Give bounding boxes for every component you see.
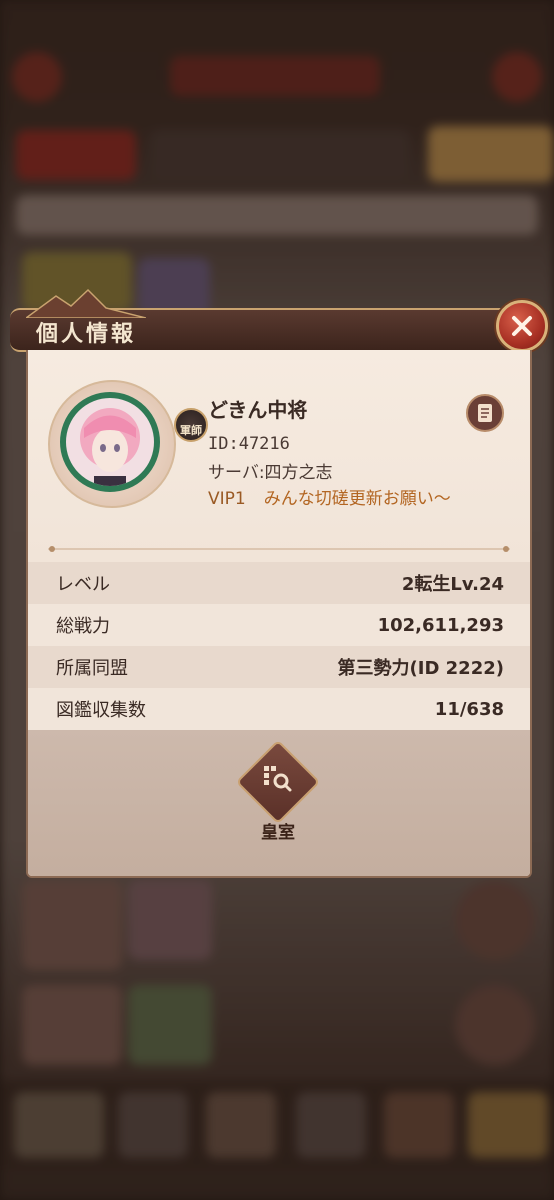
character-portrait-icon bbox=[80, 408, 140, 486]
player-name: どきん中将 bbox=[208, 398, 308, 422]
stat-value: 第三勢力(ID 2222) bbox=[337, 658, 504, 679]
royal-label: 皇室 bbox=[261, 823, 295, 843]
personal-info-dialog: 個人情報 軍師 どきん中将 ID:47216 サーバ:四方之志 VIP1 みんな… bbox=[10, 288, 548, 878]
search-grid-icon bbox=[264, 766, 292, 792]
stat-row-power: 総戦力 102,611,293 bbox=[28, 604, 530, 646]
avatar-portrait bbox=[60, 392, 160, 492]
avatar[interactable]: 軍師 bbox=[48, 380, 208, 508]
player-message: みんな切磋更新お願い〜 bbox=[263, 489, 451, 509]
role-badge: 軍師 bbox=[174, 408, 208, 442]
dialog-title: 個人情報 bbox=[36, 322, 137, 347]
stat-label: 総戦力 bbox=[56, 616, 110, 637]
dialog-body: 軍師 どきん中将 ID:47216 サーバ:四方之志 VIP1 みんな切磋更新お願… bbox=[26, 350, 532, 878]
dialog-header: 個人情報 bbox=[10, 288, 530, 352]
profile-section: 軍師 どきん中将 ID:47216 サーバ:四方之志 VIP1 みんな切磋更新お願… bbox=[28, 350, 530, 562]
stat-value: 11/638 bbox=[434, 698, 504, 720]
stat-row-alliance: 所属同盟 第三勢力(ID 2222) bbox=[28, 646, 530, 688]
server-name: サーバ:四方之志 bbox=[208, 463, 333, 483]
memo-button[interactable] bbox=[466, 394, 504, 432]
vip-line: VIP1 みんな切磋更新お願い〜 bbox=[208, 484, 451, 509]
stat-label: レベル bbox=[56, 574, 110, 595]
document-icon bbox=[478, 404, 492, 422]
stat-row-level: レベル 2転生Lv.24 bbox=[28, 562, 530, 604]
stat-label: 図鑑収集数 bbox=[56, 700, 146, 721]
royal-button[interactable]: 皇室 bbox=[235, 739, 321, 848]
close-icon bbox=[512, 316, 532, 336]
stats-table: レベル 2転生Lv.24 総戦力 102,611,293 所属同盟 第三勢力(I… bbox=[28, 562, 530, 730]
close-button[interactable] bbox=[496, 300, 548, 352]
stat-row-collection: 図鑑収集数 11/638 bbox=[28, 688, 530, 730]
stat-label: 所属同盟 bbox=[56, 658, 128, 679]
stat-value: 2転生Lv.24 bbox=[401, 574, 504, 595]
ornamental-divider bbox=[48, 546, 510, 552]
mountain-ornament-icon bbox=[26, 288, 146, 318]
player-id: ID:47216 bbox=[208, 434, 290, 454]
stat-value: 102,611,293 bbox=[377, 614, 504, 636]
dialog-footer: 皇室 bbox=[28, 730, 530, 876]
vip-level: VIP1 bbox=[208, 489, 246, 509]
